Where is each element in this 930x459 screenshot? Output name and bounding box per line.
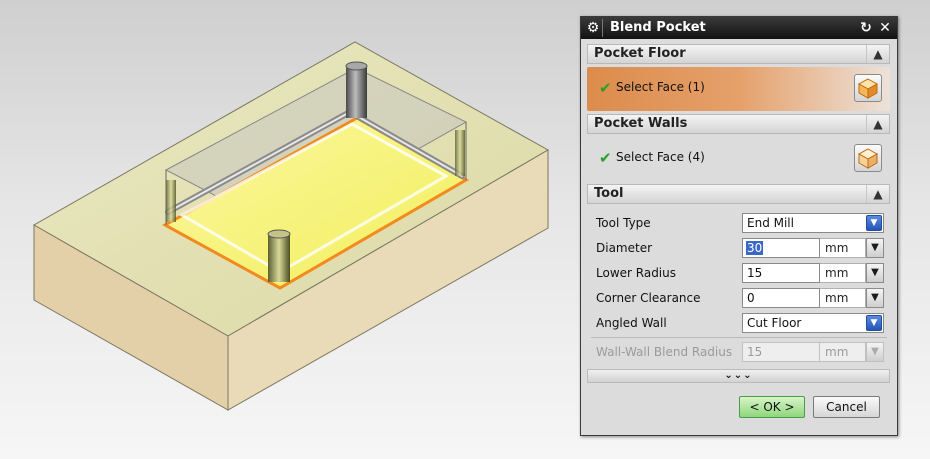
wall-blend-radius-label: Wall-Wall Blend Radius: [596, 345, 733, 359]
angled-wall-select[interactable]: Cut Floor ▼: [742, 313, 884, 333]
lower-radius-row: Lower Radius 15 mm ▼: [587, 262, 890, 284]
wall-blend-radius-value: 15: [747, 345, 763, 359]
check-icon: ✔: [599, 149, 612, 167]
pocket-walls-select-label: Select Face (4): [616, 150, 705, 164]
tool-type-row: Tool Type End Mill ▼: [587, 212, 890, 234]
dialog-titlebar: ⚙ Blend Pocket ↻ ✕: [581, 17, 897, 39]
tool-type-select[interactable]: End Mill ▼: [742, 213, 884, 233]
pocket-floor-select-label: Select Face (1): [616, 80, 705, 94]
lower-radius-label: Lower Radius: [596, 266, 676, 280]
tool-type-label: Tool Type: [596, 216, 651, 230]
chevron-down-icon: ⌄⌄⌄: [724, 370, 753, 381]
corner-clearance-input[interactable]: 0: [742, 288, 820, 308]
section-pocket-walls[interactable]: Pocket Walls ▲: [587, 114, 890, 134]
wall-blend-radius-row: Wall-Wall Blend Radius 15 mm ▼: [587, 341, 890, 363]
more-options-toggle[interactable]: ⌄⌄⌄: [587, 369, 890, 383]
cancel-button[interactable]: Cancel: [813, 396, 880, 418]
chevron-up-icon[interactable]: ▲: [866, 185, 889, 203]
tool-type-value: End Mill: [747, 216, 794, 230]
select-face-button-walls[interactable]: [854, 144, 882, 172]
diameter-label: Diameter: [596, 241, 653, 255]
lower-radius-input[interactable]: 15: [742, 263, 820, 283]
face-cube-icon: [857, 148, 879, 169]
reset-icon[interactable]: ↻: [857, 19, 875, 37]
close-icon[interactable]: ✕: [876, 19, 894, 37]
wall-blend-radius-menu-button: ▼: [866, 342, 884, 362]
check-icon: ✔: [599, 79, 612, 97]
lower-radius-value: 15: [747, 266, 763, 280]
diameter-menu-button[interactable]: ▼: [866, 238, 884, 258]
diameter-input[interactable]: 30: [742, 238, 820, 258]
section-tool[interactable]: Tool ▲: [587, 184, 890, 204]
diameter-row: Diameter 30 mm ▼: [587, 237, 890, 259]
section-tool-label: Tool: [594, 186, 624, 201]
diameter-unit: mm: [820, 238, 866, 258]
chevron-down-icon[interactable]: ▼: [866, 315, 882, 331]
blend-pocket-dialog: ⚙ Blend Pocket ↻ ✕ Pocket Floor ▲ ✔ Sele…: [580, 16, 898, 436]
corner-clearance-unit: mm: [820, 288, 866, 308]
chevron-down-icon[interactable]: ▼: [866, 215, 882, 231]
section-pocket-floor[interactable]: Pocket Floor ▲: [587, 44, 890, 64]
gear-icon[interactable]: ⚙: [584, 19, 603, 37]
angled-wall-row: Angled Wall Cut Floor ▼: [587, 312, 890, 334]
angled-wall-value: Cut Floor: [747, 316, 802, 330]
corner-blend-back: [346, 66, 367, 118]
divider: [591, 337, 887, 338]
wall-blend-radius-input: 15: [742, 342, 820, 362]
diameter-value: 30: [746, 241, 764, 255]
chevron-up-icon[interactable]: ▲: [866, 45, 889, 63]
pocket-floor-select-row[interactable]: ✔ Select Face (1): [587, 67, 890, 111]
section-pocket-walls-label: Pocket Walls: [594, 116, 688, 131]
wall-blend-radius-unit: mm: [820, 342, 866, 362]
corner-clearance-menu-button[interactable]: ▼: [866, 288, 884, 308]
lower-radius-unit: mm: [820, 263, 866, 283]
corner-blend-front: [268, 234, 290, 282]
corner-clearance-value: 0: [747, 291, 755, 305]
lower-radius-menu-button[interactable]: ▼: [866, 263, 884, 283]
pocket-walls-select-row[interactable]: ✔ Select Face (4): [587, 137, 890, 181]
face-cube-icon: [857, 78, 879, 99]
ok-button[interactable]: < OK >: [739, 396, 805, 418]
chevron-up-icon[interactable]: ▲: [866, 115, 889, 133]
corner-clearance-label: Corner Clearance: [596, 291, 701, 305]
angled-wall-label: Angled Wall: [596, 316, 667, 330]
corner-clearance-row: Corner Clearance 0 mm ▼: [587, 287, 890, 309]
select-face-button-floor[interactable]: [854, 74, 882, 102]
dialog-title: Blend Pocket: [610, 20, 706, 35]
section-pocket-floor-label: Pocket Floor: [594, 46, 686, 61]
